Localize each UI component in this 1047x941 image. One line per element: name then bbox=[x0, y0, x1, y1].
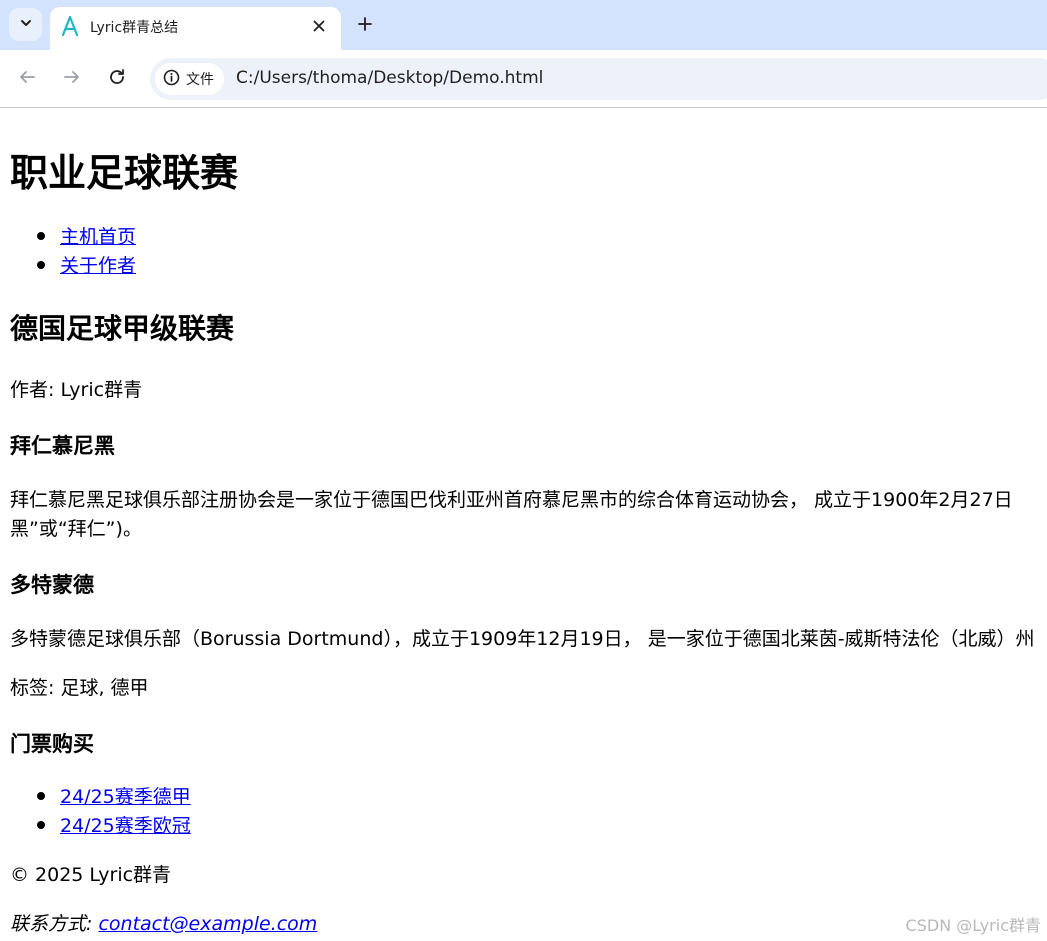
page-content: 职业足球联赛 主机首页 关于作者 德国足球甲级联赛 作者: Lyric群青 拜仁… bbox=[0, 109, 1047, 941]
tab-search-button[interactable] bbox=[9, 8, 42, 41]
nav-item-home: 主机首页 bbox=[0, 222, 136, 251]
reload-icon bbox=[108, 68, 126, 90]
tickets-heading: 门票购买 bbox=[10, 732, 94, 756]
url-text[interactable]: C:/Users/thoma/Desktop/Demo.html bbox=[236, 68, 543, 88]
plus-icon bbox=[358, 16, 372, 35]
author-line: 作者: Lyric群青 bbox=[10, 379, 143, 401]
contact-email-link[interactable]: contact@example.com bbox=[98, 913, 317, 935]
ticket-link-bundesliga[interactable]: 24/25赛季德甲 bbox=[60, 786, 191, 808]
back-button[interactable] bbox=[12, 64, 42, 94]
info-icon bbox=[163, 69, 180, 90]
active-tab[interactable]: Lyric群青总结 bbox=[50, 7, 341, 50]
nav-link-about[interactable]: 关于作者 bbox=[60, 255, 136, 277]
reload-button[interactable] bbox=[102, 64, 132, 94]
main-nav: 主机首页 关于作者 bbox=[0, 222, 136, 280]
footer-copyright: © 2025 Lyric群青 bbox=[10, 864, 172, 886]
address-bar[interactable]: 文件 C:/Users/thoma/Desktop/Demo.html bbox=[150, 58, 1047, 100]
site-chip-label: 文件 bbox=[186, 72, 214, 88]
nav-link-home[interactable]: 主机首页 bbox=[60, 226, 136, 248]
close-icon bbox=[313, 17, 325, 36]
ticket-link-ucl[interactable]: 24/25赛季欧冠 bbox=[60, 815, 191, 837]
tab-strip: Lyric群青总结 bbox=[0, 0, 1047, 50]
section-body-bayern: 拜仁慕尼黑足球俱乐部注册协会是一家位于德国巴伐利亚州首府慕尼黑市的综合体育运动协… bbox=[10, 489, 1013, 511]
article-title: 德国足球甲级联赛 bbox=[10, 312, 235, 345]
tags-line: 标签: 足球, 德甲 bbox=[10, 677, 149, 699]
nav-item-about: 关于作者 bbox=[0, 251, 136, 280]
browser-toolbar: 文件 C:/Users/thoma/Desktop/Demo.html bbox=[0, 50, 1047, 108]
section-heading-bayern: 拜仁慕尼黑 bbox=[10, 434, 115, 458]
site-info-chip[interactable]: 文件 bbox=[155, 63, 224, 95]
contact-label: 联系方式: bbox=[10, 913, 99, 935]
section-body-bayern-wrap: 黑”或“拜仁”)。 bbox=[10, 518, 142, 540]
footer-contact: 联系方式: contact@example.com bbox=[10, 909, 317, 936]
section-body-dortmund: 多特蒙德足球俱乐部（Borussia Dortmund），成立于1909年12月… bbox=[10, 628, 1035, 650]
arrow-left-icon bbox=[18, 68, 36, 90]
arrow-right-icon bbox=[63, 68, 81, 90]
watermark: CSDN @Lyric群青 bbox=[905, 916, 1041, 935]
favicon-icon bbox=[61, 15, 79, 37]
close-tab-button[interactable] bbox=[308, 15, 330, 37]
ticket-list: 24/25赛季德甲 24/25赛季欧冠 bbox=[0, 782, 191, 840]
chevron-down-icon bbox=[19, 15, 33, 34]
ticket-item-ucl: 24/25赛季欧冠 bbox=[0, 811, 191, 840]
forward-button[interactable] bbox=[57, 64, 87, 94]
new-tab-button[interactable] bbox=[352, 12, 378, 38]
site-title: 职业足球联赛 bbox=[10, 151, 239, 195]
tab-title: Lyric群青总结 bbox=[90, 20, 179, 36]
ticket-item-bundesliga: 24/25赛季德甲 bbox=[0, 782, 191, 811]
section-heading-dortmund: 多特蒙德 bbox=[10, 573, 94, 597]
